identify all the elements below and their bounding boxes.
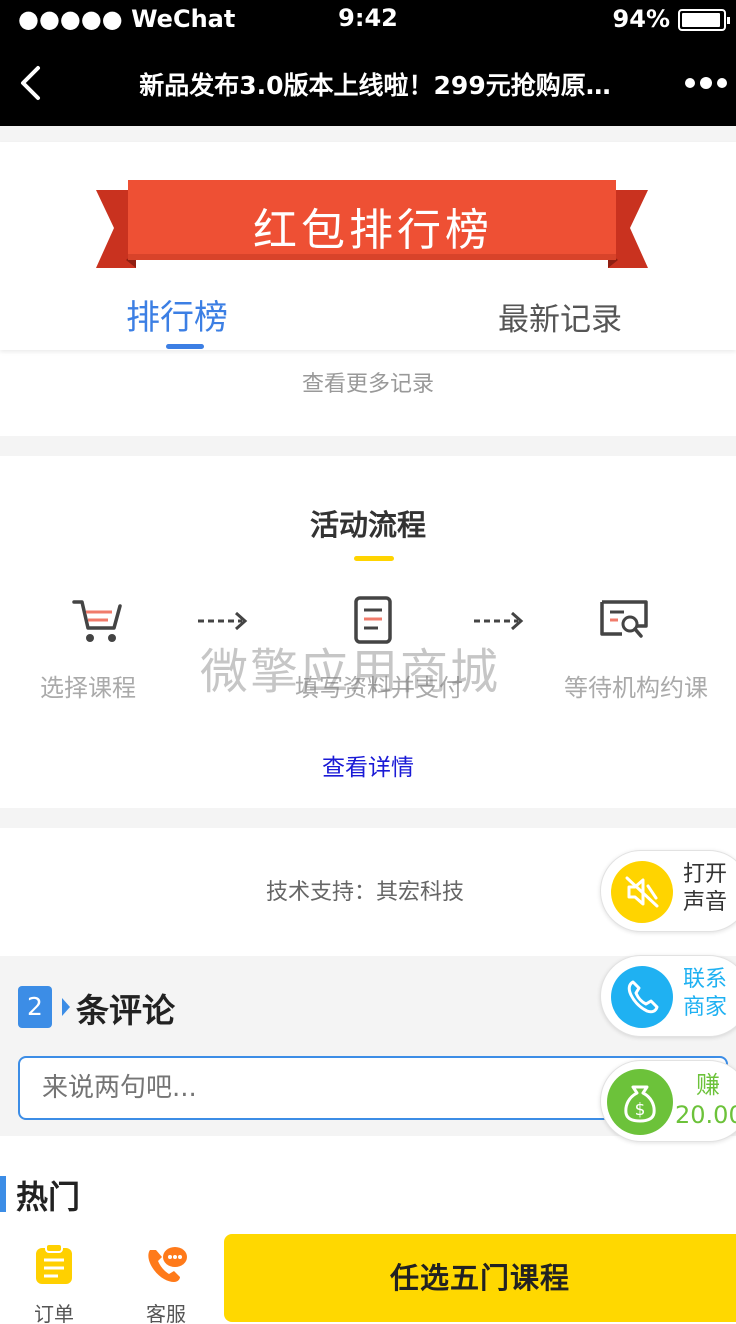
nav-bar: 新品发布3.0版本上线啦！299元抢购原… [0,40,736,126]
activity-flow-card: 活动流程 选择课程 填写资料并支付 等待机构约课 微擎应用商城 查看详情 [0,456,736,808]
chevron-left-icon[interactable] [18,64,44,102]
sound-line1: 打开 [683,862,728,887]
more-records-link[interactable]: 查看更多记录 [0,366,736,398]
battery-fill [682,13,720,27]
active-tab-indicator [166,344,204,349]
sound-line2: 声音 [683,890,728,915]
badge-pointer [62,998,70,1016]
sound-toggle-label: 打开 声音 [683,861,727,917]
contact-line2: 商家 [683,995,728,1020]
dashed-arrow-icon [198,611,248,631]
status-bar: ●●●●● WeChat 9:42 94% [0,0,736,40]
hot-label: 热门 [16,1178,81,1216]
earn-line1: 赚 [696,1071,720,1099]
step-label: 等待机构约课 [564,674,708,702]
svg-text:$: $ [635,1100,646,1120]
step-label: 选择课程 [40,674,136,702]
dashed-arrow-icon [474,611,524,631]
comments-label: 条评论 [76,991,175,1030]
records-area: 查看更多记录 [0,350,736,436]
tab-latest-records[interactable]: 最新记录 [498,294,622,339]
battery-icon [678,9,730,31]
flow-title-underline [354,556,394,561]
page-title: 新品发布3.0版本上线啦！299元抢购原… [139,71,611,100]
clipboard-icon[interactable] [32,1242,76,1286]
tab-ranking[interactable]: 排行榜 [126,290,228,339]
earn-amount: 20.00 [675,1101,736,1129]
watermark: 微擎应用商城 [200,644,501,700]
bottom-action-bar: 订单 客服 任选五门课程 [0,1232,736,1324]
tech-support-text: 技术支持：其宏科技 [266,880,465,905]
certificate-search-icon [600,600,648,638]
battery-percent: 94% [612,5,670,33]
contact-merchant-label: 联系 商家 [683,966,727,1022]
sound-toggle-button[interactable]: 打开 声音 [600,850,736,932]
select-courses-button[interactable]: 任选五门课程 [224,1234,736,1322]
contact-line1: 联系 [683,967,728,992]
contact-merchant-button[interactable]: 联系 商家 [600,955,736,1037]
earn-reward-label: 赚 20.00 [675,1071,736,1131]
ranking-card: 红包排行榜 排行榜 最新记录 [0,142,736,350]
earn-reward-button[interactable]: $ 赚 20.00 [600,1060,736,1142]
mute-speaker-icon [611,861,673,923]
service-label[interactable]: 客服 [136,1298,196,1324]
phone-icon [611,966,673,1028]
money-bag-icon: $ [607,1069,673,1135]
customer-service-icon[interactable] [144,1242,188,1286]
view-details-link[interactable]: 查看详情 [0,748,736,782]
comment-count-badge: 2 [18,986,52,1028]
orders-label[interactable]: 订单 [24,1298,84,1324]
ranking-banner-title: 红包排行榜 [253,205,493,256]
hot-marker [0,1176,6,1212]
more-dots-icon[interactable] [684,76,728,90]
shopping-cart-icon [72,600,122,642]
flow-title: 活动流程 [309,508,426,542]
